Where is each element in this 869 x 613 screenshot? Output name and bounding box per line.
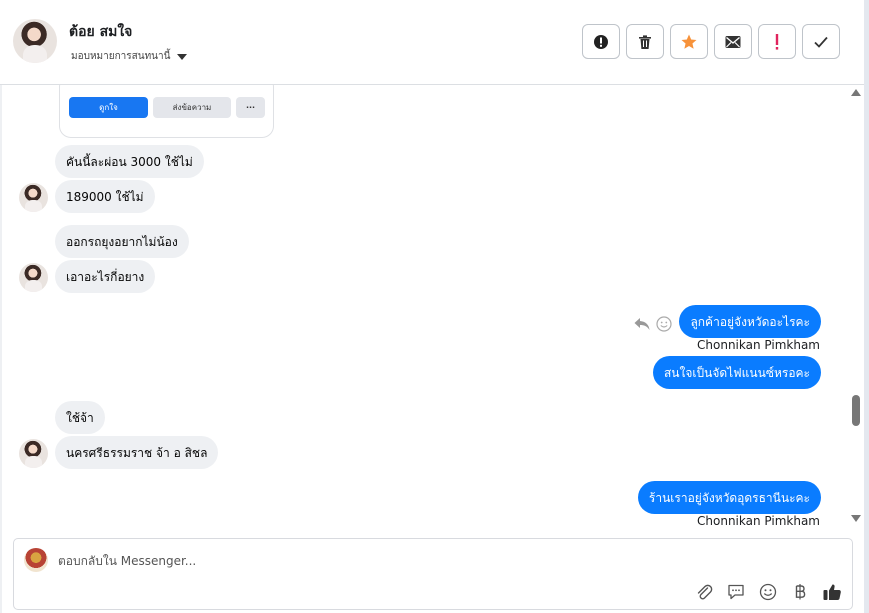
star-button[interactable] (670, 24, 708, 59)
message-outgoing[interactable]: ร้านเราอยู่จังหวัดอุดรธานีนะคะ (637, 481, 821, 514)
emoji-icon (759, 583, 777, 601)
reply-input[interactable] (58, 551, 758, 571)
card-like-button[interactable]: ดูกใจ (69, 97, 148, 118)
sender-name: Chonnikan Pimkham (697, 338, 820, 352)
message-incoming[interactable]: คันนี้ละผ่อน 3000 ใช้ไม่ (55, 145, 204, 178)
mark-unread-button[interactable] (714, 24, 752, 59)
message-outgoing[interactable]: สนใจเป็นจัดไฟแนนซ์หรอคะ (652, 356, 821, 389)
attach-button[interactable] (694, 582, 714, 602)
mark-done-button[interactable] (802, 24, 840, 59)
emoji-react-icon[interactable] (656, 316, 672, 332)
mark-spam-button[interactable] (582, 24, 620, 59)
baht-icon (795, 584, 806, 600)
paperclip-icon (697, 584, 713, 600)
star-icon (681, 34, 697, 49)
delete-button[interactable] (626, 24, 664, 59)
message-incoming[interactable]: ออกรถยุงอยากไม่น้อง (55, 225, 189, 258)
shared-post-card[interactable]: ดูกใจ ส่งข้อความ ··· (59, 85, 274, 138)
emoji-button[interactable] (758, 582, 778, 602)
right-border (864, 0, 869, 613)
chat-bubble-icon (728, 584, 744, 600)
message-incoming[interactable]: ใช้จ้า (55, 401, 105, 434)
contact-name[interactable]: ต้อย สมใจ (69, 21, 132, 43)
messenger-conversation-window: ต้อย สมใจ มอบหมายการสนทนานี้ ดูกใจ ส่งข้… (0, 0, 869, 613)
assign-label: มอบหมายการสนทนานี้ (71, 51, 171, 62)
card-more-button[interactable]: ··· (236, 97, 265, 118)
card-send-message-button[interactable]: ส่งข้อความ (153, 97, 231, 118)
reply-composer (13, 538, 853, 610)
like-button[interactable] (822, 582, 842, 602)
reply-icon[interactable] (634, 317, 650, 331)
scroll-up-arrow[interactable] (851, 89, 861, 96)
spam-icon (594, 34, 608, 49)
follow-up-button[interactable] (758, 24, 796, 59)
saved-replies-button[interactable] (726, 582, 746, 602)
caret-down-icon (177, 53, 188, 60)
message-hover-actions (634, 316, 672, 332)
contact-avatar[interactable] (13, 19, 57, 63)
scroll-down-arrow[interactable] (851, 515, 861, 522)
message-list[interactable]: ดูกใจ ส่งข้อความ ··· คันนี้ละผ่อน 3000 ใ… (2, 85, 848, 532)
message-incoming[interactable]: 189000 ใช้ไม่ (55, 180, 155, 213)
assign-conversation-dropdown[interactable]: มอบหมายการสนทนานี้ (71, 49, 188, 64)
header-actions (582, 24, 840, 59)
conversation-header: ต้อย สมใจ มอบหมายการสนทนานี้ (0, 0, 864, 85)
scrollbar-thumb[interactable] (852, 395, 860, 426)
contact-avatar-small (19, 263, 48, 292)
message-outgoing[interactable]: ลูกค้าอยู่จังหวัดอะไรคะ (679, 305, 821, 338)
contact-avatar-small (19, 183, 48, 212)
mail-icon (725, 35, 741, 48)
thumbs-up-icon (823, 584, 841, 600)
sender-name: Chonnikan Pimkham (697, 514, 820, 528)
check-icon (814, 36, 828, 48)
composer-tools (694, 582, 842, 602)
payment-button[interactable] (790, 582, 810, 602)
page-avatar (24, 548, 48, 572)
trash-icon (639, 34, 651, 49)
contact-avatar-small (19, 439, 48, 468)
exclamation-icon (775, 33, 779, 50)
message-incoming[interactable]: นครศรีธรรมราช จ้า อ สิชล (55, 436, 219, 469)
message-incoming[interactable]: เอาอะไรกี่อยาง (55, 260, 156, 293)
